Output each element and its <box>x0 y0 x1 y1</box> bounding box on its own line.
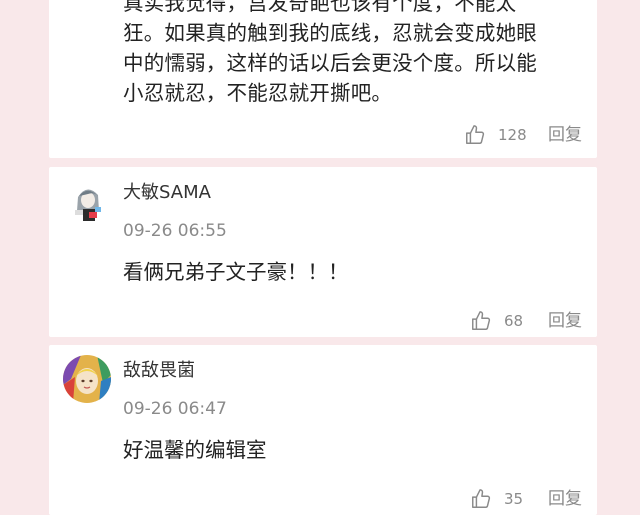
comment-card: 大敏SAMA 09-26 06:55 看俩兄弟子文子豪！！！ 68 回复 <box>49 167 597 337</box>
like-button[interactable]: 128 <box>464 122 527 148</box>
reply-button[interactable]: 回复 <box>548 486 582 512</box>
comment-text-line: 中的懦弱，这样的话以后会更没个度。所以能 <box>123 51 537 75</box>
username[interactable]: 大敏SAMA <box>123 182 211 204</box>
comment-text: 好温馨的编辑室 <box>123 438 267 462</box>
comment-text: 看俩兄弟子文子豪！！！ <box>123 260 349 284</box>
comment-card: 真实我觉得，宫发奇葩也该有个度，不能太 狂。如果真的触到我的底线，忍就会变成她眼… <box>49 0 597 158</box>
thumbs-up-icon <box>470 310 492 332</box>
like-count: 68 <box>504 312 524 330</box>
reply-button[interactable]: 回复 <box>548 308 582 334</box>
comment-text-line: 真实我觉得，宫发奇葩也该有个度，不能太 <box>123 0 517 15</box>
like-button[interactable]: 35 <box>470 486 523 512</box>
like-count: 128 <box>498 126 527 144</box>
username[interactable]: 敌敌畏菌 <box>123 360 195 382</box>
comment-text-line: 狂。如果真的触到我的底线，忍就会变成她眼 <box>123 21 537 45</box>
like-count: 35 <box>504 490 524 508</box>
comment-card: 敌敌畏菌 09-26 06:47 好温馨的编辑室 35 回复 <box>49 345 597 515</box>
like-button[interactable]: 68 <box>470 308 523 334</box>
avatar[interactable] <box>63 177 111 225</box>
thumbs-up-icon <box>464 124 486 146</box>
timestamp: 09-26 06:47 <box>123 399 227 419</box>
comment-text: 真实我觉得，宫发奇葩也该有个度，不能太 狂。如果真的触到我的底线，忍就会变成她眼… <box>123 0 583 108</box>
avatar[interactable] <box>63 355 111 403</box>
reply-button[interactable]: 回复 <box>548 122 582 148</box>
comment-text-line: 小忍就忍，不能忍就开撕吧。 <box>123 81 393 105</box>
timestamp: 09-26 06:55 <box>123 221 227 241</box>
thumbs-up-icon <box>470 488 492 510</box>
